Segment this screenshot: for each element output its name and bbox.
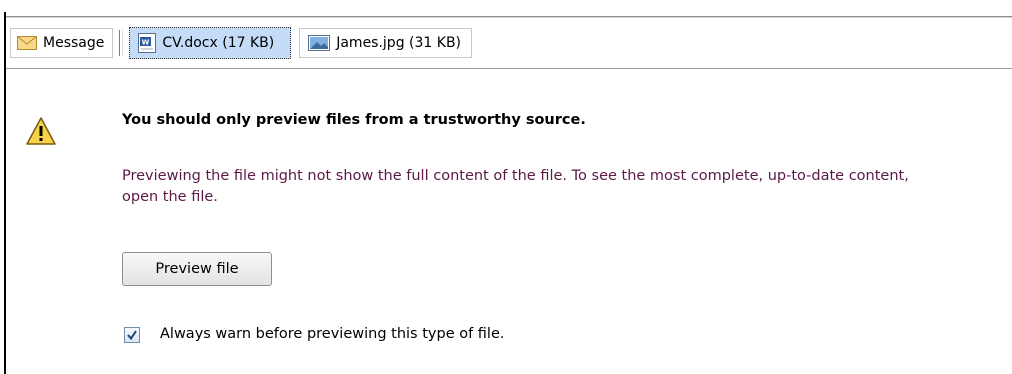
tab-attachment-james[interactable]: James.jpg (31 KB) bbox=[299, 28, 473, 58]
tab-message-label: Message bbox=[43, 35, 105, 51]
window-left-border bbox=[4, 12, 6, 374]
warning-icon bbox=[26, 117, 56, 145]
word-document-icon: W bbox=[138, 33, 157, 53]
attachment-tab-bar: Message W CV.docx (17 KB) James.jpg (31 … bbox=[10, 27, 473, 59]
warning-heading: You should only preview files from a tru… bbox=[122, 112, 586, 128]
always-warn-checkbox[interactable] bbox=[124, 327, 140, 343]
preview-file-button[interactable]: Preview file bbox=[122, 252, 272, 286]
tab-attachment-cv[interactable]: W CV.docx (17 KB) bbox=[129, 27, 292, 59]
tab-bar-divider bbox=[6, 68, 1012, 69]
image-file-icon bbox=[308, 35, 331, 51]
svg-text:W: W bbox=[142, 39, 150, 47]
checkmark-icon bbox=[127, 330, 137, 341]
envelope-icon bbox=[17, 36, 37, 50]
tab-message[interactable]: Message bbox=[10, 28, 114, 58]
always-warn-label[interactable]: Always warn before previewing this type … bbox=[160, 326, 505, 342]
top-border-highlight bbox=[6, 17, 1012, 18]
tab-separator bbox=[119, 30, 124, 56]
tab-attachment-james-label: James.jpg (31 KB) bbox=[336, 35, 462, 51]
tab-attachment-cv-label: CV.docx (17 KB) bbox=[162, 35, 275, 51]
warning-description: Previewing the file might not show the f… bbox=[122, 168, 909, 205]
